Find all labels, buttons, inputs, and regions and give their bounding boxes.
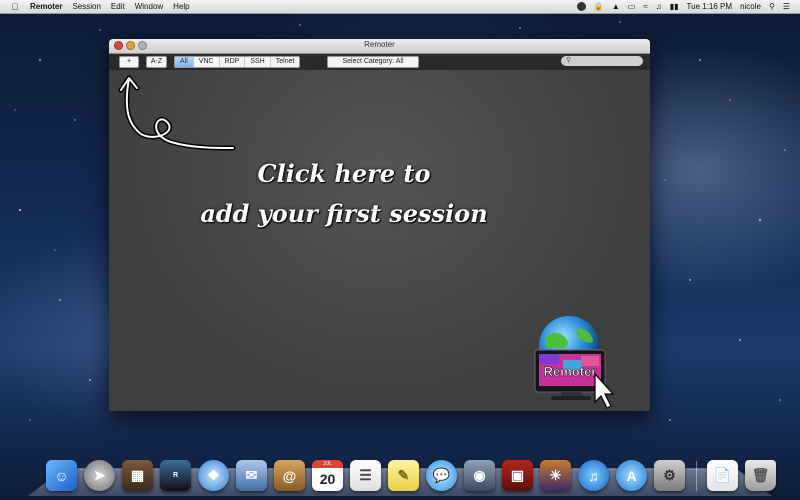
volume-icon[interactable]: ♫	[656, 0, 662, 13]
list-icon[interactable]: ☰	[783, 0, 790, 13]
filter-all[interactable]: All	[175, 57, 194, 67]
app-store-icon[interactable]: A	[616, 460, 647, 491]
bluetooth-icon[interactable]: ▲	[612, 0, 620, 13]
add-session-button[interactable]: +	[119, 56, 139, 68]
lock-icon[interactable]: 🔒	[594, 0, 604, 13]
apple-menu-icon[interactable]: 	[10, 2, 20, 12]
window-title: Remoter	[364, 40, 395, 49]
filter-rdp[interactable]: RDP	[220, 57, 246, 67]
notes-icon[interactable]: ✎	[388, 460, 419, 491]
contacts-icon[interactable]: @	[274, 460, 305, 491]
remoter-window: Remoter + A-Z All VNC RDP SSH Telnet Sel…	[109, 39, 650, 411]
airplay-icon[interactable]: ▭	[628, 0, 636, 13]
remoter-logo: Remoter	[534, 316, 615, 409]
facetime-icon[interactable]: ◉	[464, 460, 495, 491]
calendar-icon[interactable]: JUL 20	[312, 460, 343, 491]
filter-vnc[interactable]: VNC	[194, 57, 220, 67]
calendar-month: JUL	[312, 460, 343, 468]
calendar-day: 20	[312, 468, 343, 491]
session-list-area: Click here to add your first session Rem…	[109, 70, 650, 411]
toolbar: + A-Z All VNC RDP SSH Telnet Select Cate…	[109, 54, 650, 71]
remoter-dock-icon[interactable]: R	[160, 460, 191, 491]
category-select[interactable]: Select Category: All	[327, 56, 419, 68]
menu-help[interactable]: Help	[173, 0, 189, 13]
documents-stack-icon[interactable]: 📄	[707, 460, 738, 491]
finder-icon[interactable]: ☺	[46, 460, 77, 491]
app-menu[interactable]: Remoter	[30, 0, 62, 13]
filter-ssh[interactable]: SSH	[245, 57, 271, 67]
itunes-icon[interactable]: ♫	[578, 460, 609, 491]
menu-session[interactable]: Session	[72, 0, 100, 13]
search-icon: ⚲	[566, 57, 572, 64]
sort-button[interactable]: A-Z	[146, 56, 167, 68]
hint-line-2: add your first session	[200, 199, 488, 228]
clock[interactable]: Tue 1:16 PM	[687, 0, 733, 13]
first-session-hint: Click here to add your first session	[179, 154, 509, 234]
iphoto-icon[interactable]: ☀	[540, 460, 571, 491]
mission-control-icon[interactable]: ▦	[122, 460, 153, 491]
launchpad-icon[interactable]: ➤	[84, 460, 115, 491]
menu-bar:  Remoter Session Edit Window Help 🔒 ▲ ▭…	[0, 0, 800, 14]
curved-arrow-icon	[118, 75, 236, 151]
battery-icon[interactable]: ▮▮	[670, 0, 679, 13]
protocol-filter: All VNC RDP SSH Telnet	[174, 56, 301, 68]
menu-window[interactable]: Window	[135, 0, 163, 13]
sync-icon[interactable]	[576, 2, 586, 11]
filter-telnet[interactable]: Telnet	[271, 57, 300, 67]
search-icon[interactable]: ⚲	[769, 0, 775, 13]
search-field[interactable]: ⚲	[561, 56, 643, 66]
dock: ☺ ➤ ▦ R ❖ ✉ @ JUL 20 ☰ ✎ 💬 ◉ ▣ ☀ ♫ A ⚙ 📄…	[46, 455, 783, 491]
messages-icon[interactable]: 💬	[426, 460, 457, 491]
system-preferences-icon[interactable]: ⚙	[654, 460, 685, 491]
menu-bar-status: 🔒 ▲ ▭ ≈ ♫ ▮▮ Tue 1:16 PM nicole ⚲ ☰	[569, 0, 790, 13]
mail-icon[interactable]: ✉	[236, 460, 267, 491]
user-name[interactable]: nicole	[740, 0, 761, 13]
trash-icon[interactable]: 🗑	[745, 460, 776, 491]
title-bar[interactable]: Remoter	[109, 39, 650, 54]
safari-icon[interactable]: ❖	[198, 460, 229, 491]
reminders-icon[interactable]: ☰	[350, 460, 381, 491]
dock-separator	[696, 461, 697, 491]
hint-line-1: Click here to	[257, 159, 431, 188]
search-input[interactable]	[574, 56, 638, 66]
menu-edit[interactable]: Edit	[111, 0, 125, 13]
wifi-icon[interactable]: ≈	[643, 0, 647, 13]
photo-booth-icon[interactable]: ▣	[502, 460, 533, 491]
logo-text: Remoter	[544, 364, 597, 379]
